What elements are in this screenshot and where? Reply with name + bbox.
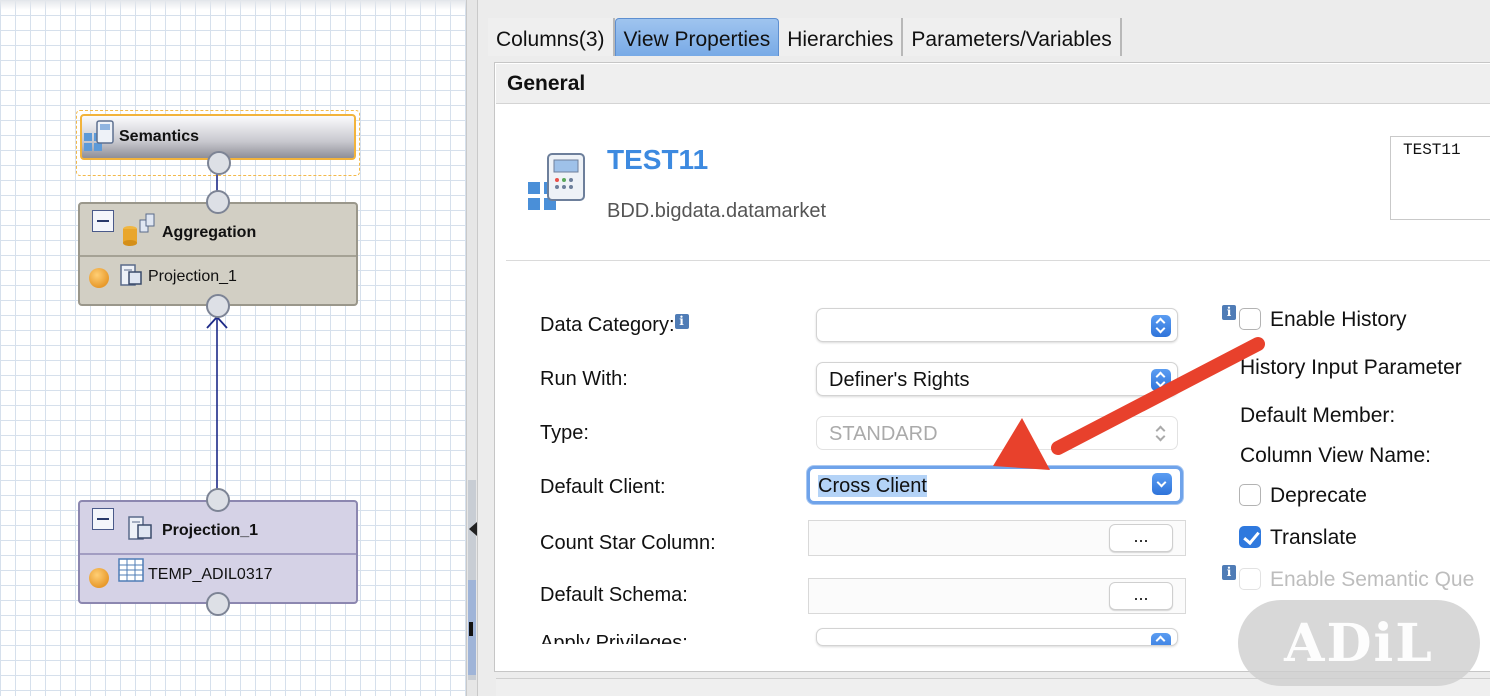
default-client-select[interactable]: Cross Client: [807, 466, 1183, 504]
default-client-label: Default Client:: [540, 476, 666, 498]
run-with-select[interactable]: Definer's Rights: [816, 362, 1178, 396]
projection-port-bottom[interactable]: [206, 592, 230, 616]
aggregation-collapse-button[interactable]: [92, 210, 114, 232]
apply-privileges-select[interactable]: [816, 628, 1178, 646]
deprecate-checkbox[interactable]: [1239, 484, 1261, 506]
count-star-column-field[interactable]: ...: [808, 520, 1186, 556]
tab-hierarchies[interactable]: Hierarchies: [779, 18, 904, 56]
table-icon: [118, 558, 144, 582]
semantics-title: Semantics: [119, 128, 200, 145]
view-package: BDD.bigdata.datamarket: [607, 200, 827, 222]
default-schema-label: Default Schema:: [540, 584, 688, 606]
properties-tabs: Columns(3) View Properties Hierarchies P…: [488, 18, 1122, 56]
projection-input-label: TEMP_ADIL0317: [148, 566, 273, 583]
aggregation-port-top[interactable]: [206, 190, 230, 214]
projection-node[interactable]: Projection_1 TEMP_ADIL0317: [78, 488, 358, 616]
select-stepper-icon: [1151, 633, 1171, 645]
enable-history-label: Enable History: [1270, 308, 1407, 331]
default-schema-browse-button[interactable]: ...: [1109, 582, 1173, 610]
projection-ref-icon: [120, 264, 142, 286]
description-field[interactable]: TEST11: [1390, 136, 1490, 220]
enable-history-checkbox[interactable]: [1239, 308, 1261, 330]
general-section-header[interactable]: [496, 64, 1490, 104]
projection-input-db-icon: [89, 568, 109, 588]
translate-checkbox[interactable]: [1239, 526, 1261, 548]
aggregation-input-label: Projection_1: [148, 268, 237, 285]
tab-columns[interactable]: Columns(3): [488, 18, 615, 56]
projection-port-top[interactable]: [206, 488, 230, 512]
count-star-column-browse-button[interactable]: ...: [1109, 524, 1173, 552]
enable-semantic-query-checkbox: [1239, 568, 1261, 590]
general-section-title: General: [507, 72, 586, 95]
data-category-label: Data Category: i: [540, 314, 689, 337]
watermark-logo: ADiL: [1238, 600, 1480, 686]
tab-view-properties[interactable]: View Properties: [614, 18, 780, 56]
collapse-left-icon[interactable]: [469, 522, 477, 536]
calculation-view-icon: [528, 153, 585, 210]
history-input-parameter-label: History Input Parameter: [1240, 356, 1462, 379]
semantics-port-bottom[interactable]: [207, 151, 231, 175]
tab-parameters-variables[interactable]: Parameters/Variables: [903, 18, 1122, 56]
divider-tick: [469, 622, 473, 636]
aggregation-input-db-icon: [89, 268, 109, 288]
section-separator: [506, 260, 1490, 261]
semantics-icon: [84, 120, 114, 151]
app-window: Semantics Aggregation Projection_1 Proje…: [0, 0, 1490, 696]
aggregation-title: Aggregation: [162, 224, 257, 241]
aggregation-icon: [123, 213, 155, 246]
apply-privileges-label: Apply Privileges:: [540, 632, 688, 644]
enable-history-info-icon[interactable]: i: [1222, 305, 1236, 320]
run-with-label: Run With:: [540, 368, 628, 390]
count-star-column-label: Count Star Column:: [540, 532, 716, 554]
enable-semantic-query-label: Enable Semantic Que: [1270, 568, 1475, 591]
projection-title: Projection_1: [162, 522, 259, 539]
info-icon[interactable]: i: [674, 314, 689, 329]
projection-collapse-button[interactable]: [92, 508, 114, 530]
diagram-canvas[interactable]: Semantics Aggregation Projection_1 Proje…: [0, 0, 466, 696]
default-member-label: Default Member:: [1240, 404, 1396, 427]
aggregation-node[interactable]: Aggregation Projection_1: [78, 190, 358, 318]
column-view-name-label: Column View Name:: [1240, 444, 1432, 467]
view-name: TEST11: [607, 144, 709, 175]
data-category-select[interactable]: [816, 308, 1178, 342]
type-label: Type:: [540, 422, 589, 444]
deprecate-label: Deprecate: [1270, 484, 1367, 507]
projection-icon: [128, 516, 152, 540]
semantics-node[interactable]: Semantics: [76, 110, 360, 176]
watermark-text: ADiL: [1284, 612, 1434, 674]
select-stepper-icon: [1151, 423, 1171, 445]
translate-label: Translate: [1270, 526, 1357, 549]
select-chevron-icon: [1152, 473, 1172, 495]
semantic-query-info-icon[interactable]: i: [1222, 565, 1236, 580]
select-stepper-icon: [1151, 315, 1171, 337]
default-schema-field[interactable]: ...: [808, 578, 1186, 614]
aggregation-port-bottom[interactable]: [206, 294, 230, 318]
select-stepper-icon: [1151, 369, 1171, 391]
type-select: STANDARD: [816, 416, 1178, 450]
